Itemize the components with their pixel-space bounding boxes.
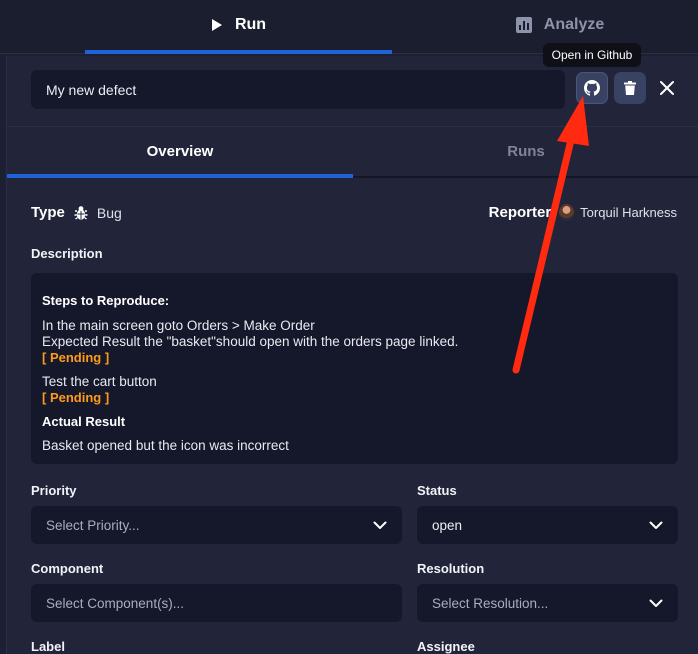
tab-run-label: Run	[234, 16, 267, 33]
bug-icon	[74, 205, 88, 220]
component-select[interactable]: Select Component(s)...	[31, 584, 402, 622]
chevron-down-icon	[649, 521, 663, 529]
pending-badge: [ Pending ]	[42, 390, 110, 405]
open-in-github-button[interactable]	[576, 72, 608, 104]
steps-heading: Steps to Reproduce:	[42, 293, 170, 308]
tab-divider	[353, 176, 698, 178]
defect-title-input[interactable]: My new defect	[31, 70, 565, 109]
tab-runs-label: Runs	[507, 142, 545, 160]
tab-overview[interactable]: Overview	[7, 127, 353, 175]
reporter-name: Torquil Harkness	[580, 205, 677, 220]
priority-select[interactable]: Select Priority...	[31, 506, 402, 544]
tooltip-text: Open in Github	[551, 48, 633, 62]
assignee-label: Assignee	[417, 639, 475, 654]
play-icon	[211, 19, 222, 31]
defect-tab-bar: Overview Runs	[7, 126, 698, 178]
description-label: Description	[31, 246, 103, 261]
step-line: In the main screen goto Orders > Make Or…	[42, 318, 315, 333]
label-label: Label	[31, 639, 65, 654]
priority-label: Priority	[31, 483, 77, 498]
pending-badge: [ Pending ]	[42, 350, 110, 365]
step-line: Test the cart button	[42, 374, 157, 389]
reporter-row: Reporter Torquil Harkness	[489, 204, 677, 221]
bar-chart-icon	[515, 17, 532, 33]
tab-runs[interactable]: Runs	[353, 127, 698, 175]
close-button[interactable]	[655, 76, 679, 100]
description-box[interactable]: Steps to Reproduce: In the main screen g…	[31, 273, 678, 464]
chevron-down-icon	[373, 521, 387, 529]
delete-button[interactable]	[614, 72, 646, 104]
status-value: open	[432, 517, 463, 533]
github-tooltip: Open in Github	[543, 43, 641, 67]
component-label: Component	[31, 561, 104, 576]
priority-placeholder: Select Priority...	[46, 517, 140, 533]
tab-overview-label: Overview	[146, 142, 214, 160]
github-icon	[584, 80, 600, 96]
resolution-select[interactable]: Select Resolution...	[417, 584, 678, 622]
type-value: Bug	[96, 204, 122, 221]
component-placeholder: Select Component(s)...	[46, 595, 185, 611]
trash-icon	[624, 81, 636, 95]
tab-run[interactable]: Run	[85, 0, 392, 50]
active-tab-indicator	[85, 50, 392, 54]
status-select[interactable]: open	[417, 506, 678, 544]
resolution-placeholder: Select Resolution...	[432, 595, 549, 611]
status-label: Status	[417, 483, 457, 498]
defect-title-value: My new defect	[46, 81, 137, 98]
reporter-avatar	[559, 204, 575, 221]
type-label: Type	[31, 204, 65, 221]
reporter-label: Reporter	[488, 204, 552, 221]
chevron-down-icon	[649, 599, 663, 607]
resolution-label: Resolution	[417, 561, 485, 576]
close-icon	[660, 81, 674, 95]
actual-result-heading: Actual Result	[42, 414, 126, 429]
type-row: Type Bug	[31, 204, 122, 221]
tab-analyze-label: Analyze	[543, 16, 605, 33]
defect-panel: My new defect Overview Runs Type Bug Rep…	[6, 56, 698, 654]
overview-tab-indicator	[7, 174, 353, 178]
actual-result-text: Basket opened but the icon was incorrect	[42, 438, 289, 453]
step-line: Expected Result the "basket"should open …	[42, 334, 459, 349]
